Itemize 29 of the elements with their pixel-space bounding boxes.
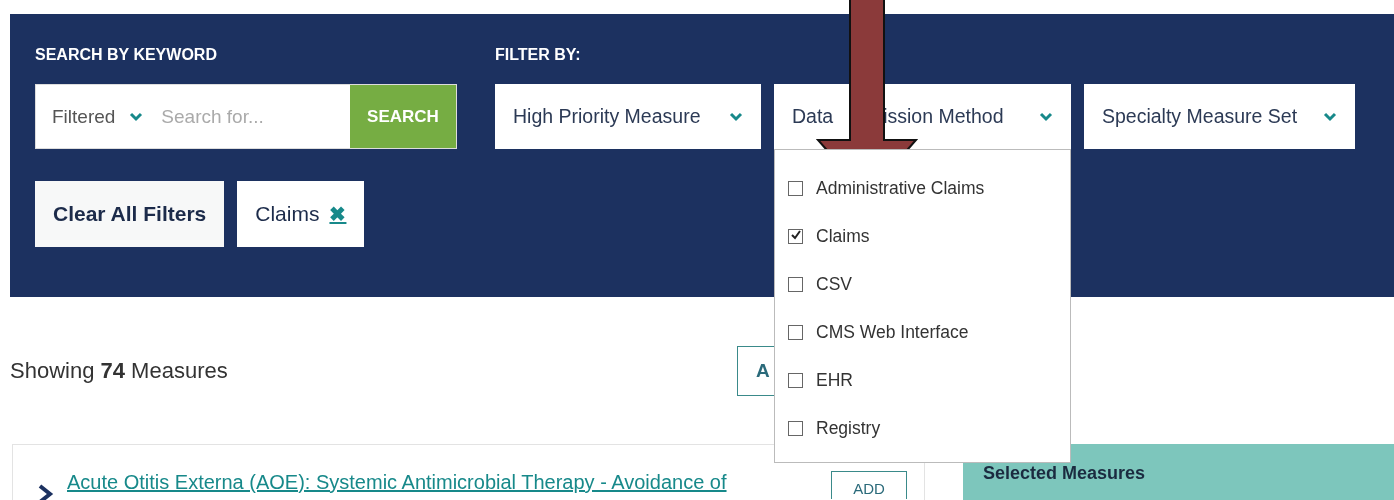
checkbox[interactable]	[788, 276, 803, 292]
add-button[interactable]: ADD	[831, 471, 907, 499]
checkbox[interactable]	[788, 324, 803, 340]
clear-filters-button[interactable]: Clear All Filters	[35, 181, 225, 247]
filter-chip[interactable]: Claims ✖	[237, 181, 365, 247]
chevron-down-icon	[129, 111, 144, 122]
measure-link[interactable]: Acute Otitis Externa (AOE): Systemic Antimicrobial Therapy - Avoidance of	[67, 471, 727, 494]
section-label: SEARCH BY KEYWORD	[35, 46, 218, 65]
checkbox[interactable]	[788, 372, 803, 388]
dropdown[interactable]: High Priority Measure	[495, 84, 761, 149]
menu-item[interactable]: Administrative Claims	[775, 164, 1070, 212]
chevron-down-icon	[1039, 111, 1053, 122]
scope-dropdown[interactable]: Filtered	[36, 85, 160, 148]
menu-item[interactable]: Registry	[775, 404, 1070, 452]
panel-title: Selected Measures	[982, 462, 1147, 484]
remove-icon[interactable]: ✖	[329, 202, 347, 226]
chevron-down-icon	[1323, 111, 1337, 122]
checkbox[interactable]	[788, 420, 803, 436]
results-count: Showing 74 Measures	[10, 358, 229, 384]
menu-item[interactable]: Claims	[775, 212, 1070, 260]
chevron-down-icon	[729, 111, 743, 122]
section-label: FILTER BY:	[495, 46, 582, 65]
menu-item[interactable]: EHR	[775, 356, 1070, 404]
checkbox[interactable]	[788, 228, 803, 244]
chevron-right-icon[interactable]	[37, 483, 55, 500]
menu-item[interactable]: CMS Web Interface	[775, 308, 1070, 356]
menu-item[interactable]: CSV	[775, 260, 1070, 308]
dropdown[interactable]: Specialty Measure Set	[1084, 84, 1355, 149]
checkbox[interactable]	[788, 180, 803, 196]
